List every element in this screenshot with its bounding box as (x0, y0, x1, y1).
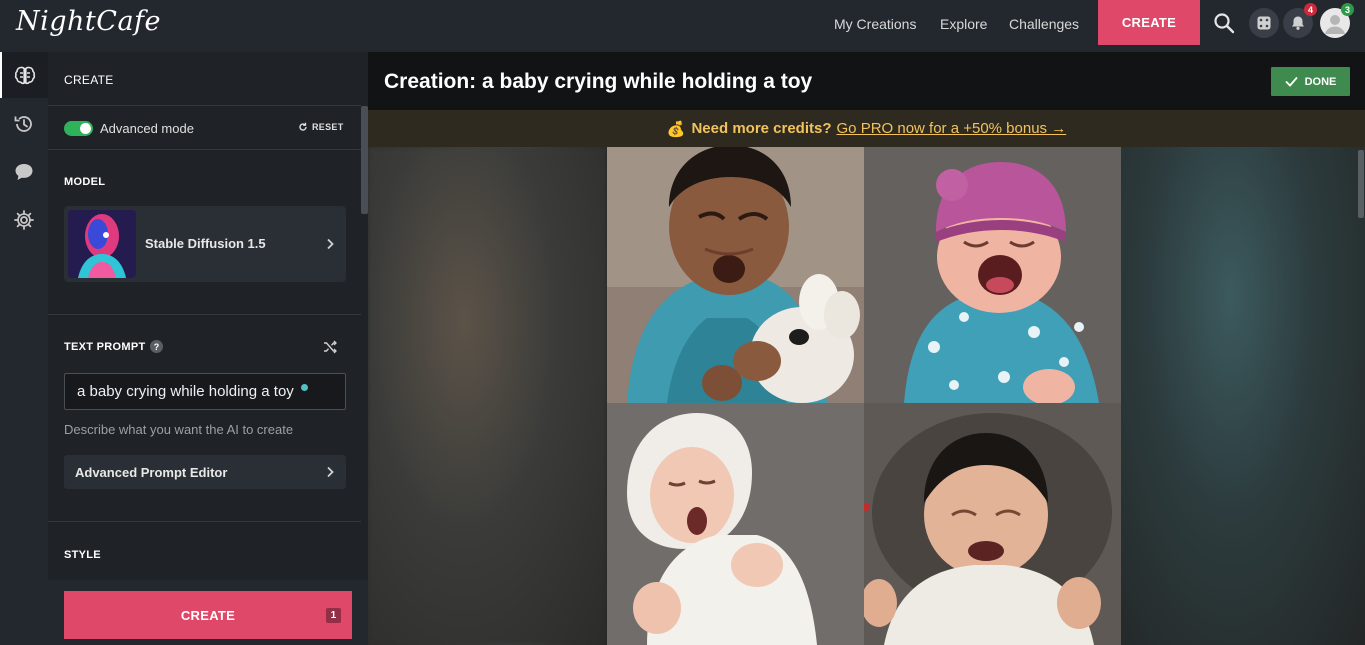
dice-icon[interactable] (1249, 8, 1279, 38)
top-nav: NightCafe My Creations Explore Challenge… (0, 0, 1365, 52)
notifications-badge: 4 (1304, 3, 1317, 16)
money-bag-icon: 💰 (666, 120, 686, 138)
model-selector[interactable]: Stable Diffusion 1.5 (64, 206, 346, 282)
done-label: DONE (1304, 75, 1337, 88)
style-section-title: STYLE (64, 549, 101, 561)
nav-my-creations[interactable]: My Creations (834, 16, 916, 32)
left-icon-rail (0, 52, 48, 645)
text-prompt-section-title: TEXT PROMPT (64, 341, 146, 353)
shuffle-icon[interactable] (323, 340, 337, 354)
divider (48, 314, 361, 315)
credits-banner: 💰 Need more credits? Go PRO now for a +5… (368, 110, 1365, 147)
credits-prompt: Need more credits? (691, 120, 832, 137)
model-name: Stable Diffusion 1.5 (145, 236, 266, 251)
blurred-background-right (1121, 147, 1365, 645)
model-thumbnail (68, 210, 136, 278)
advanced-prompt-editor-label: Advanced Prompt Editor (75, 464, 228, 480)
divider (48, 149, 361, 150)
bell-icon (1292, 16, 1304, 30)
bottom-create-bar: CREATE 1 (48, 580, 368, 645)
blurred-background-left (368, 147, 607, 645)
check-icon (1284, 76, 1298, 87)
advanced-mode-label: Advanced mode (100, 121, 194, 136)
prompt-value: a baby crying while holding a toy (77, 383, 294, 400)
create-button-label: CREATE (180, 607, 236, 623)
notifications-button[interactable]: 4 (1283, 3, 1317, 38)
divider (48, 105, 361, 106)
avatar[interactable]: 3 (1320, 3, 1354, 38)
status-dot (300, 384, 308, 391)
nav-create-button[interactable]: CREATE (1098, 0, 1200, 45)
create-count-badge: 1 (326, 608, 341, 623)
generated-image-1[interactable] (607, 147, 864, 403)
help-icon[interactable]: ? (150, 340, 163, 353)
go-pro-link[interactable]: Go PRO now for a +50% bonus → (837, 120, 1067, 137)
reset-label: RESET (312, 122, 344, 132)
creation-header: Creation: a baby crying while holding a … (368, 52, 1365, 110)
page-title: Creation: a baby crying while holding a … (384, 70, 813, 93)
create-button[interactable]: CREATE 1 (64, 591, 352, 639)
profile-badge: 3 (1341, 3, 1354, 16)
generated-image-4[interactable] (864, 403, 1121, 645)
nav-challenges[interactable]: Challenges (1009, 16, 1079, 32)
divider (48, 521, 361, 522)
history-icon (14, 116, 32, 132)
prompt-hint: Describe what you want the AI to create (64, 422, 294, 437)
chevron-right-icon (327, 466, 334, 478)
chat-icon (15, 164, 33, 180)
panel-title: CREATE (64, 73, 114, 87)
panel-scrollbar[interactable] (361, 106, 368, 214)
rail-chat[interactable] (0, 149, 48, 195)
gear-icon (14, 210, 34, 230)
advanced-prompt-editor-button[interactable]: Advanced Prompt Editor (64, 455, 346, 489)
generated-image-2[interactable] (864, 147, 1121, 403)
done-button[interactable]: DONE (1271, 67, 1350, 96)
advanced-mode-toggle[interactable] (64, 121, 93, 136)
text-prompt-input[interactable]: a baby crying while holding a toy (64, 373, 346, 410)
nav-explore[interactable]: Explore (940, 16, 987, 32)
brain-icon (14, 66, 36, 85)
rail-create[interactable] (0, 52, 48, 98)
reset-icon (299, 122, 307, 131)
search-icon[interactable] (1213, 12, 1235, 34)
nightcafe-logo[interactable]: NightCafe (16, 6, 161, 37)
create-panel: CREATE Advanced mode RESET MODEL Stable … (48, 52, 368, 645)
generated-image-3[interactable] (607, 403, 864, 645)
reset-button[interactable]: RESET (298, 122, 344, 132)
chevron-right-icon (327, 238, 334, 250)
model-section-title: MODEL (64, 176, 106, 188)
main-scrollbar[interactable] (1358, 150, 1364, 218)
rail-settings[interactable] (0, 197, 48, 243)
rail-history[interactable] (0, 101, 48, 147)
creation-image-area (368, 147, 1365, 645)
